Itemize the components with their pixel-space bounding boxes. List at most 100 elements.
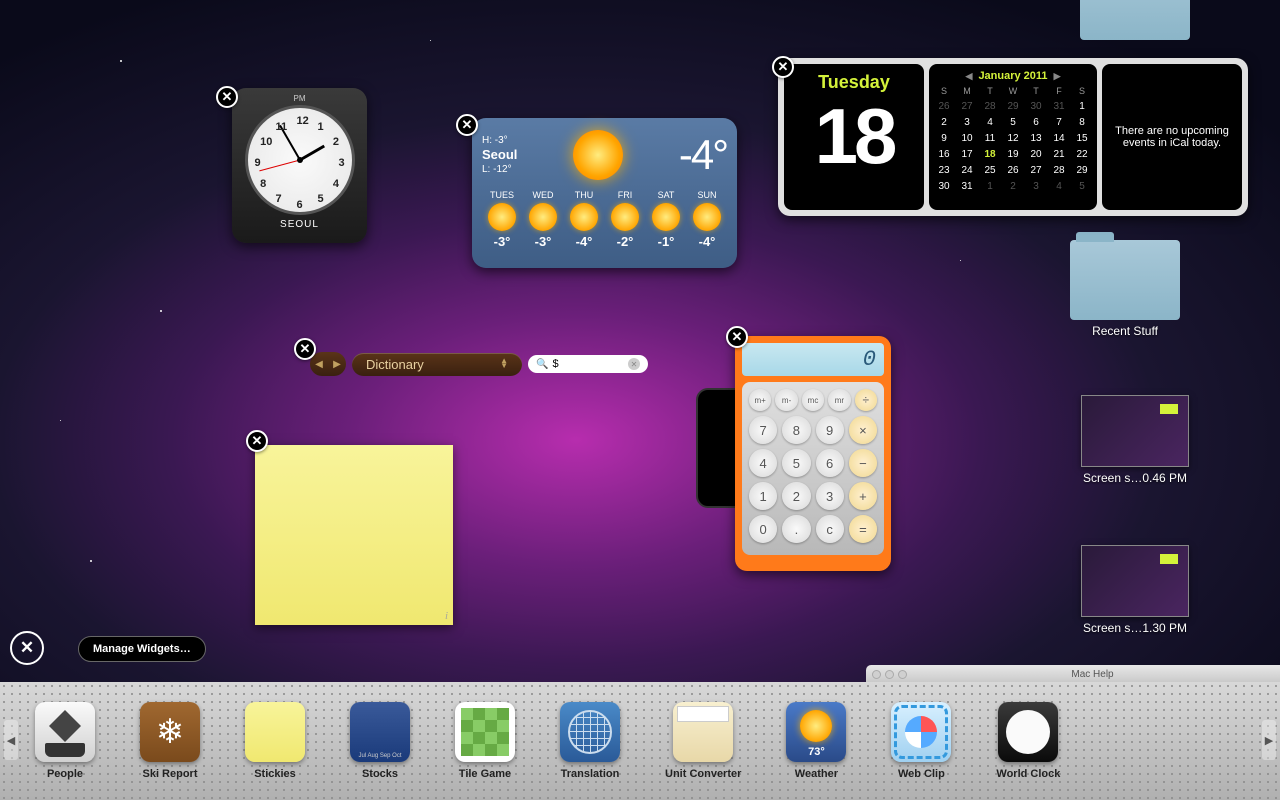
calendar-widget[interactable]: Tuesday 18 ◀ January 2011 ▶ SMTWTFS26272…	[778, 58, 1248, 216]
calendar-day-cell[interactable]: 31	[956, 179, 978, 194]
calendar-day-cell[interactable]: 31	[1048, 99, 1070, 114]
calendar-day-cell[interactable]: 7	[1048, 115, 1070, 130]
calendar-day-cell[interactable]: 25	[979, 163, 1001, 178]
calendar-day-cell[interactable]: 29	[1002, 99, 1024, 114]
calendar-day-cell[interactable]: 23	[933, 163, 955, 178]
calc-button-÷[interactable]: ÷	[855, 389, 877, 411]
manage-widgets-button[interactable]: Manage Widgets…	[78, 636, 206, 662]
calendar-day-cell[interactable]: 28	[979, 99, 1001, 114]
calendar-day-cell[interactable]: 12	[1002, 131, 1024, 146]
desktop-screenshot-1[interactable]: Screen s…0.46 PM	[1060, 395, 1210, 485]
calendar-day-cell[interactable]: 20	[1025, 147, 1047, 162]
bar-scroll-left[interactable]: ◀	[4, 720, 18, 760]
close-icon[interactable]	[772, 56, 794, 78]
calendar-day-cell[interactable]: 3	[1025, 179, 1047, 194]
calendar-day-cell[interactable]: 26	[933, 99, 955, 114]
calculator-widget[interactable]: 0 m+m-mcmr÷789×456−123+0.c=	[735, 336, 891, 571]
next-month-button[interactable]: ▶	[1054, 71, 1061, 82]
prev-month-button[interactable]: ◀	[966, 71, 973, 82]
calendar-day-cell[interactable]: 11	[979, 131, 1001, 146]
calendar-day-cell[interactable]: 1	[979, 179, 1001, 194]
close-icon[interactable]	[216, 86, 238, 108]
calc-button-+[interactable]: +	[849, 482, 877, 510]
calc-button-6[interactable]: 6	[816, 449, 844, 477]
calendar-day-cell[interactable]: 28	[1048, 163, 1070, 178]
close-icon[interactable]	[456, 114, 478, 136]
forward-button[interactable]: ▶	[328, 352, 346, 376]
info-icon[interactable]: i	[445, 610, 448, 622]
weather-widget[interactable]: H: -3° Seoul L: -12° -4° TUES-3°WED-3°TH…	[472, 118, 737, 268]
calendar-day-cell[interactable]: 4	[1048, 179, 1070, 194]
traffic-light-close[interactable]	[872, 670, 881, 679]
dictionary-mode-select[interactable]: Dictionary ▲▼	[352, 353, 522, 376]
calc-button-9[interactable]: 9	[816, 416, 844, 444]
traffic-light-zoom[interactable]	[898, 670, 907, 679]
calc-button-5[interactable]: 5	[782, 449, 810, 477]
calc-button-8[interactable]: 8	[782, 416, 810, 444]
dictionary-widget[interactable]: ◀▶ Dictionary ▲▼ 🔍 $ ✕	[310, 346, 650, 382]
calendar-day-cell[interactable]: 8	[1071, 115, 1093, 130]
calendar-day-cell[interactable]: 26	[1002, 163, 1024, 178]
calendar-day-cell[interactable]: 3	[956, 115, 978, 130]
calendar-day-cell[interactable]: 27	[1025, 163, 1047, 178]
calc-button-3[interactable]: 3	[816, 482, 844, 510]
bar-item-tile-game[interactable]: Tile Game	[455, 702, 515, 780]
calc-button-4[interactable]: 4	[749, 449, 777, 477]
calendar-day-cell[interactable]: 2	[1002, 179, 1024, 194]
bar-scroll-right[interactable]: ▶	[1262, 720, 1276, 760]
calendar-day-cell[interactable]: 15	[1071, 131, 1093, 146]
dictionary-nav[interactable]: ◀▶	[310, 352, 346, 376]
calendar-day-cell[interactable]: 17	[956, 147, 978, 162]
calendar-day-cell[interactable]: 19	[1002, 147, 1024, 162]
desktop-screenshot-2[interactable]: Screen s…1.30 PM	[1060, 545, 1210, 635]
calendar-day-cell[interactable]: 5	[1071, 179, 1093, 194]
bar-item-people[interactable]: People	[35, 702, 95, 780]
calc-button-.[interactable]: .	[782, 515, 810, 543]
calendar-day-cell[interactable]: 1	[1071, 99, 1093, 114]
bar-item-weather[interactable]: Weather	[786, 702, 846, 780]
calc-button-×[interactable]: ×	[849, 416, 877, 444]
calc-button-=[interactable]: =	[849, 515, 877, 543]
bar-item-ski-report[interactable]: Ski Report	[140, 702, 200, 780]
calendar-day-cell[interactable]: 30	[1025, 99, 1047, 114]
calc-button-2[interactable]: 2	[782, 482, 810, 510]
calendar-day-cell[interactable]: 18	[979, 147, 1001, 162]
calc-button-mr[interactable]: mr	[828, 389, 850, 411]
calc-button-c[interactable]: c	[816, 515, 844, 543]
calc-button-mc[interactable]: mc	[802, 389, 824, 411]
clear-icon[interactable]: ✕	[628, 358, 640, 370]
dictionary-search[interactable]: 🔍 $ ✕	[528, 355, 648, 373]
desktop-folder-top[interactable]	[1060, 0, 1210, 40]
calc-button-7[interactable]: 7	[749, 416, 777, 444]
calendar-day-cell[interactable]: 30	[933, 179, 955, 194]
calendar-day-cell[interactable]: 5	[1002, 115, 1024, 130]
calendar-day-cell[interactable]: 14	[1048, 131, 1070, 146]
bar-item-translation[interactable]: Translation	[560, 702, 620, 780]
calendar-day-cell[interactable]: 10	[956, 131, 978, 146]
close-icon[interactable]	[726, 326, 748, 348]
calendar-day-cell[interactable]: 16	[933, 147, 955, 162]
mac-help-window[interactable]: Mac Help	[866, 665, 1280, 683]
calendar-day-cell[interactable]: 13	[1025, 131, 1047, 146]
bar-item-web-clip[interactable]: Web Clip	[891, 702, 951, 780]
bar-item-world-clock[interactable]: World Clock	[996, 702, 1060, 780]
close-widget-bar-button[interactable]	[10, 631, 44, 665]
traffic-light-minimize[interactable]	[885, 670, 894, 679]
calendar-day-cell[interactable]: 9	[933, 131, 955, 146]
calendar-day-cell[interactable]: 27	[956, 99, 978, 114]
desktop-folder-recent[interactable]: Recent Stuff	[1050, 240, 1200, 338]
calendar-day-cell[interactable]: 21	[1048, 147, 1070, 162]
calendar-day-cell[interactable]: 29	[1071, 163, 1093, 178]
world-clock-widget[interactable]: PM 121234567891011 SEOUL	[232, 88, 367, 243]
calendar-day-cell[interactable]: 22	[1071, 147, 1093, 162]
calc-button-m+[interactable]: m+	[749, 389, 771, 411]
calendar-day-cell[interactable]: 6	[1025, 115, 1047, 130]
bar-item-stickies[interactable]: Stickies	[245, 702, 305, 780]
calendar-day-cell[interactable]: 4	[979, 115, 1001, 130]
calc-button-0[interactable]: 0	[749, 515, 777, 543]
bar-item-stocks[interactable]: Stocks	[350, 702, 410, 780]
calc-button-m-[interactable]: m-	[775, 389, 797, 411]
calendar-day-cell[interactable]: 2	[933, 115, 955, 130]
close-icon[interactable]	[246, 430, 268, 452]
calc-button-−[interactable]: −	[849, 449, 877, 477]
